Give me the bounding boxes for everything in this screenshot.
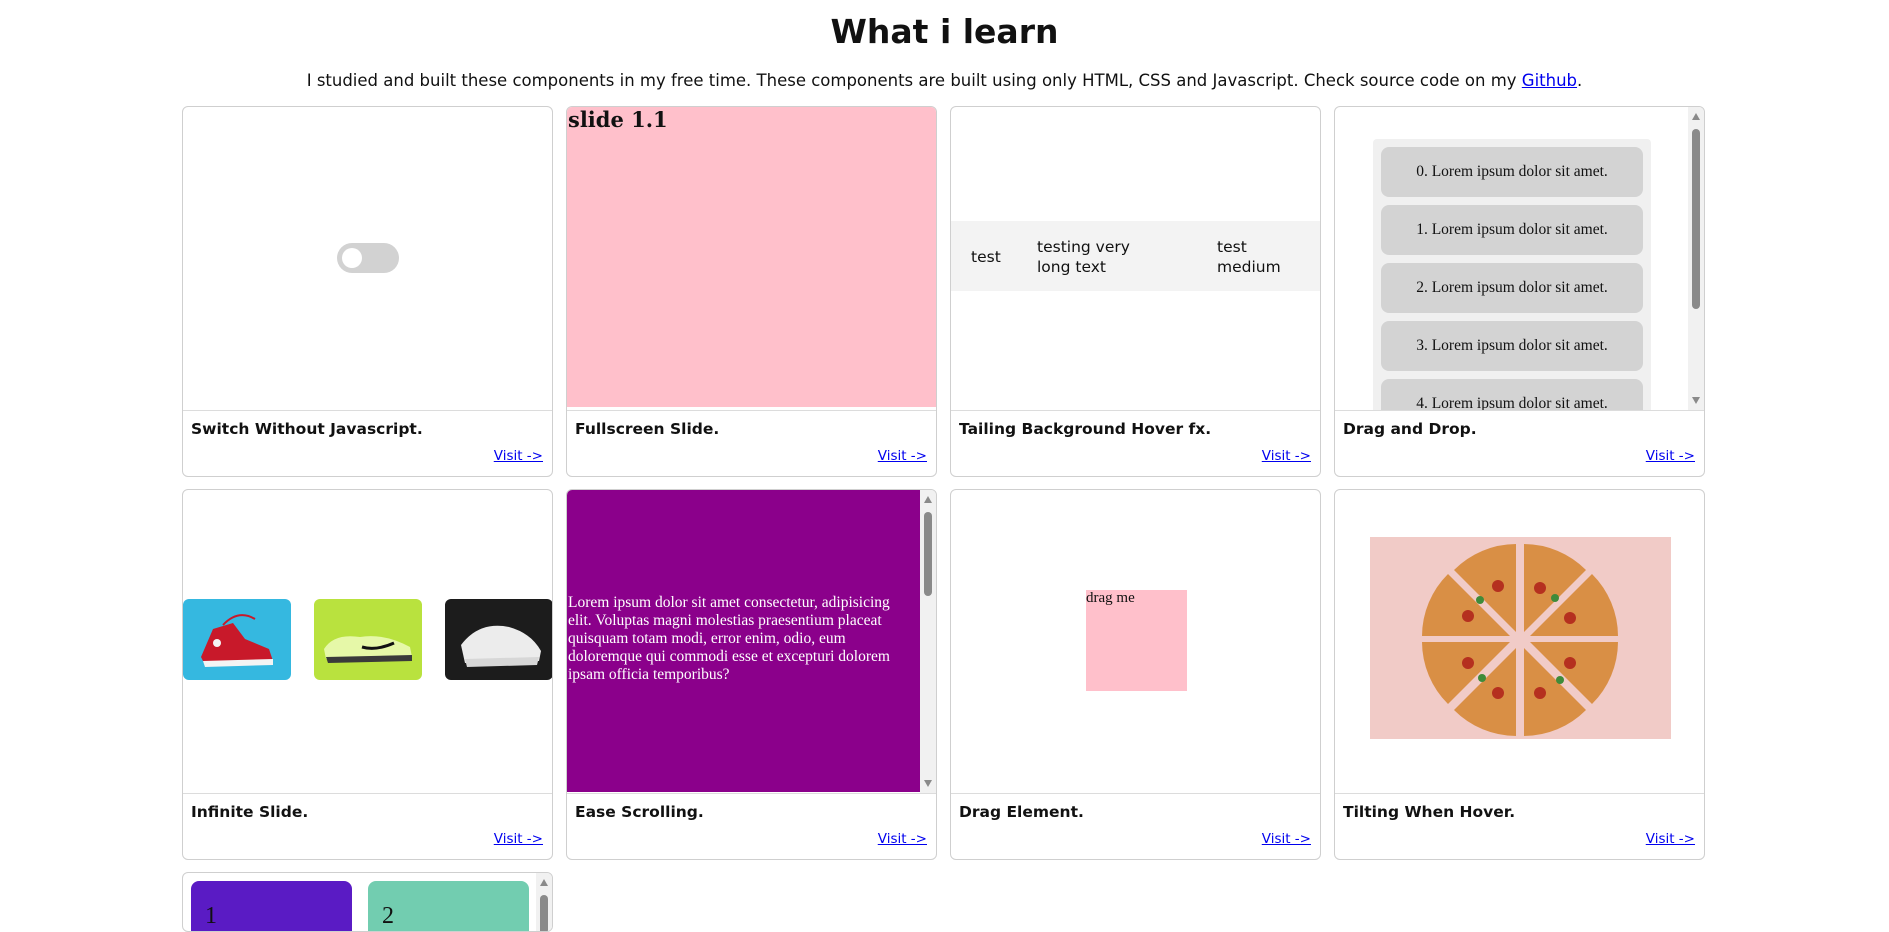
pizza-image[interactable] bbox=[1370, 537, 1671, 739]
github-link[interactable]: Github bbox=[1522, 71, 1577, 90]
green-sneaker-image bbox=[314, 599, 422, 680]
card-infinite-slide: Infinite Slide. Visit -> bbox=[182, 489, 553, 860]
ease-preview: Lorem ipsum dolor sit amet consectetur, … bbox=[567, 490, 936, 794]
tile-2[interactable]: 2 bbox=[368, 881, 529, 931]
tile-number: 2 bbox=[382, 903, 394, 929]
card-title: Infinite Slide. bbox=[191, 803, 309, 821]
scroll-down-icon[interactable] bbox=[1692, 397, 1700, 404]
scrollbar[interactable] bbox=[1688, 107, 1704, 410]
list-item[interactable]: 4. Lorem ipsum dolor sit amet. bbox=[1381, 379, 1643, 410]
list-item[interactable]: 0. Lorem ipsum dolor sit amet. bbox=[1381, 147, 1643, 197]
card-title: Drag Element. bbox=[959, 803, 1084, 821]
draggable-box[interactable]: drag me bbox=[1086, 590, 1187, 691]
scroll-thumb[interactable] bbox=[540, 895, 548, 931]
visit-link[interactable]: Visit -> bbox=[1646, 831, 1695, 847]
tile-1[interactable]: 1 bbox=[191, 881, 352, 931]
switch-preview bbox=[183, 107, 552, 411]
drag-preview: drag me bbox=[951, 490, 1320, 794]
slide-label: slide 1.1 bbox=[568, 107, 668, 132]
card-title: Tailing Background Hover fx. bbox=[959, 420, 1212, 438]
white-sneaker-image bbox=[445, 599, 552, 680]
scroll-up-icon[interactable] bbox=[540, 879, 548, 886]
row-cell[interactable]: test bbox=[971, 247, 1021, 267]
card-title: Ease Scrolling. bbox=[575, 803, 704, 821]
scrollbar[interactable] bbox=[920, 490, 936, 793]
page-intro: I studied and built these components in … bbox=[0, 71, 1889, 90]
tilt-preview bbox=[1335, 490, 1704, 794]
scroll-panel[interactable]: Lorem ipsum dolor sit amet consectetur, … bbox=[567, 490, 920, 792]
visit-link[interactable]: Visit -> bbox=[1646, 448, 1695, 464]
card-title: Drag and Drop. bbox=[1343, 420, 1477, 438]
sortable-list: 0. Lorem ipsum dolor sit amet. 1. Lorem … bbox=[1373, 139, 1651, 410]
card-drag-element: drag me Drag Element. Visit -> bbox=[950, 489, 1321, 860]
infinite-preview bbox=[183, 490, 552, 794]
card-partial: 1 2 bbox=[182, 872, 553, 932]
intro-text: I studied and built these components in … bbox=[306, 71, 1517, 90]
list-item[interactable]: 1. Lorem ipsum dolor sit amet. bbox=[1381, 205, 1643, 255]
page-title: What i learn bbox=[830, 12, 1059, 51]
list-item[interactable]: 2. Lorem ipsum dolor sit amet. bbox=[1381, 263, 1643, 313]
tailing-preview: test testing very long text test medium bbox=[951, 107, 1320, 411]
scroll-thumb[interactable] bbox=[1692, 129, 1700, 309]
card-tilting-hover: Tilting When Hover. Visit -> bbox=[1334, 489, 1705, 860]
intro-end: . bbox=[1577, 71, 1583, 90]
card-ease-scrolling: Lorem ipsum dolor sit amet consectetur, … bbox=[566, 489, 937, 860]
row-cell[interactable]: test medium bbox=[1217, 237, 1297, 277]
card-fullscreen-slide: slide 1.1 Fullscreen Slide. Visit -> bbox=[566, 106, 937, 477]
visit-link[interactable]: Visit -> bbox=[1262, 448, 1311, 464]
dnd-preview: 0. Lorem ipsum dolor sit amet. 1. Lorem … bbox=[1335, 107, 1704, 411]
card-switch: Switch Without Javascript. Visit -> bbox=[182, 106, 553, 477]
red-sneaker-image bbox=[183, 599, 291, 680]
visit-link[interactable]: Visit -> bbox=[1262, 831, 1311, 847]
hover-row[interactable]: test testing very long text test medium bbox=[951, 221, 1320, 291]
scroll-up-icon[interactable] bbox=[1692, 113, 1700, 120]
row-cell[interactable]: testing very long text bbox=[1037, 237, 1167, 277]
visit-link[interactable]: Visit -> bbox=[494, 831, 543, 847]
card-tailing-background: test testing very long text test medium … bbox=[950, 106, 1321, 477]
scroll-down-icon[interactable] bbox=[924, 780, 932, 787]
slide-panel: slide 1.1 bbox=[567, 107, 936, 407]
visit-link[interactable]: Visit -> bbox=[878, 831, 927, 847]
slide-preview: slide 1.1 bbox=[567, 107, 936, 411]
ease-text: Lorem ipsum dolor sit amet consectetur, … bbox=[568, 594, 890, 683]
tile-number: 1 bbox=[205, 903, 217, 929]
scroll-thumb[interactable] bbox=[924, 512, 932, 596]
toggle-switch[interactable] bbox=[337, 243, 399, 273]
card-drag-and-drop: 0. Lorem ipsum dolor sit amet. 1. Lorem … bbox=[1334, 106, 1705, 477]
visit-link[interactable]: Visit -> bbox=[494, 448, 543, 464]
card-title: Switch Without Javascript. bbox=[191, 420, 423, 438]
scrollbar[interactable] bbox=[536, 873, 552, 931]
switch-knob bbox=[342, 248, 362, 268]
card-title: Fullscreen Slide. bbox=[575, 420, 720, 438]
list-item[interactable]: 3. Lorem ipsum dolor sit amet. bbox=[1381, 321, 1643, 371]
drag-label: drag me bbox=[1086, 590, 1135, 606]
visit-link[interactable]: Visit -> bbox=[878, 448, 927, 464]
scroll-up-icon[interactable] bbox=[924, 496, 932, 503]
card-title: Tilting When Hover. bbox=[1343, 803, 1516, 821]
